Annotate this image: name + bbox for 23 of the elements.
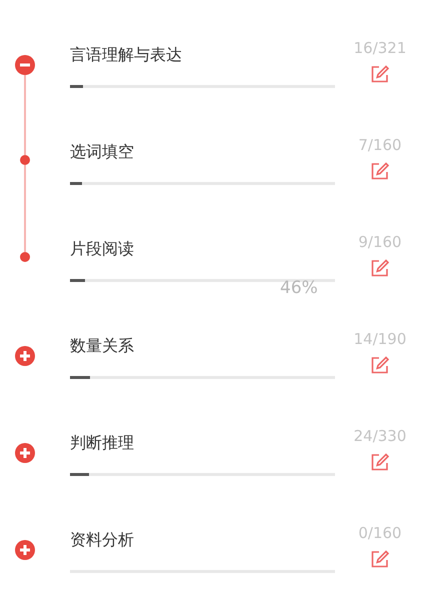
section-title[interactable]: 判断推理: [70, 432, 134, 454]
question-count: 16/321: [354, 38, 406, 58]
edit-icon[interactable]: [370, 355, 390, 375]
expand-icon[interactable]: [15, 540, 35, 560]
section-title[interactable]: 资料分析: [70, 529, 134, 551]
question-count: 0/160: [358, 523, 402, 543]
section-title[interactable]: 数量关系: [70, 335, 134, 357]
expand-icon[interactable]: [15, 443, 35, 463]
expand-icon[interactable]: [15, 346, 35, 366]
question-count: 14/190: [354, 329, 406, 349]
edit-icon[interactable]: [370, 161, 390, 181]
edit-icon[interactable]: [370, 64, 390, 84]
edit-icon[interactable]: [370, 452, 390, 472]
section-title[interactable]: 片段阅读: [70, 238, 134, 260]
question-count: 24/330: [354, 426, 406, 446]
question-count: 7/160: [358, 135, 402, 155]
edit-icon[interactable]: [370, 549, 390, 569]
question-count: 9/160: [358, 232, 402, 252]
edit-icon[interactable]: [370, 258, 390, 278]
section-title[interactable]: 选词填空: [70, 141, 134, 163]
collapse-icon[interactable]: [15, 55, 35, 75]
section-title[interactable]: 言语理解与表达: [70, 44, 182, 66]
percent-label: 46%: [280, 279, 318, 297]
